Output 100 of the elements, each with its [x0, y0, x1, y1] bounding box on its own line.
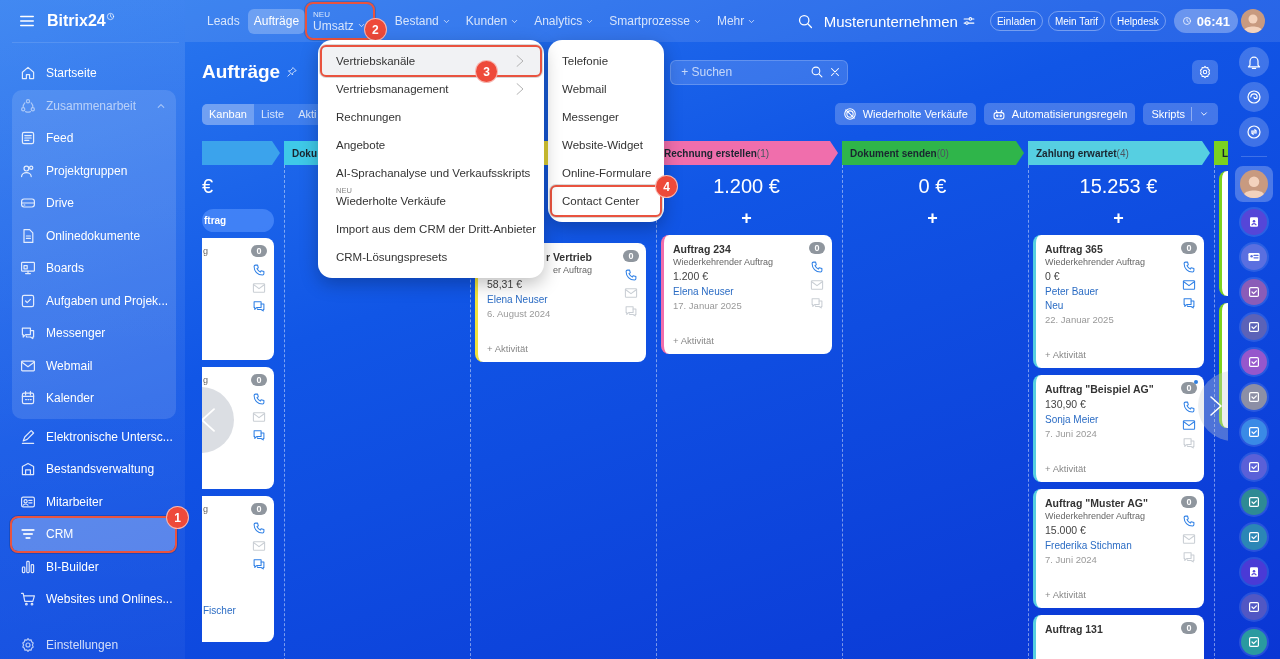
app-button[interactable] [1241, 279, 1267, 305]
sidebar-item[interactable]: Startseite [12, 57, 175, 90]
contact-link[interactable]: Fischer [203, 604, 250, 618]
add-activity-link[interactable]: + Aktivität [673, 335, 808, 346]
sidebar-item[interactable]: CRM [12, 518, 175, 551]
robot-icon [991, 107, 1006, 121]
menu-item[interactable]: Telefonie [552, 47, 660, 75]
deal-title[interactable]: Auftrag "Muster AG" [1045, 496, 1180, 510]
status-link[interactable]: Neu [1045, 299, 1180, 313]
app-button[interactable] [1241, 244, 1267, 270]
sidebar-item[interactable]: BI-Builder [12, 550, 175, 583]
settings-item[interactable]: Einstellungen [12, 628, 175, 659]
stage-header[interactable]: Zahlung erwartet(4) [1028, 141, 1210, 165]
action-button[interactable]: Automatisierungsregeln [983, 103, 1136, 125]
quick-add-button[interactable]: ftrag [202, 209, 274, 232]
chat-button[interactable] [1239, 117, 1269, 147]
menu-item[interactable]: Import aus dem CRM der Dritt-Anbieter [322, 215, 551, 243]
app-button[interactable] [1241, 559, 1267, 585]
action-button[interactable]: Wiederholte Verkäufe [834, 103, 976, 125]
add-activity-link[interactable]: + Aktivität [1045, 463, 1180, 474]
company-name[interactable]: Musterunternehmen [823, 12, 958, 30]
app-button[interactable] [1241, 454, 1267, 480]
sidebar-item[interactable]: Messenger [12, 317, 176, 350]
view-tab[interactable]: Liste [253, 103, 292, 125]
deal-title[interactable]: Auftrag 365 [1045, 242, 1180, 256]
contact-link[interactable]: Elena Neuser [487, 293, 622, 307]
sidebar-item[interactable]: Bestandsverwaltung [12, 453, 175, 486]
avatar[interactable] [1241, 9, 1265, 33]
nav-tab[interactable]: Smartprozesse [603, 8, 709, 34]
menu-item[interactable]: AI-Sprachanalyse und Verkaufsskripts [322, 159, 545, 187]
deal-date: 7. Juni 2024 [1045, 553, 1098, 567]
sidebar-item[interactable]: Feed [12, 122, 176, 155]
feed-icon [20, 130, 36, 147]
add-button[interactable]: + [1113, 207, 1124, 229]
app-button[interactable] [1241, 384, 1267, 410]
search-icon [810, 64, 825, 79]
notifications-button[interactable] [1239, 47, 1269, 77]
logo[interactable]: Bitrix24 [47, 12, 106, 30]
deal-card[interactable]: Auftrag 234 Wiederkehrender Auftrag 1.200 € Elena Neuser 17. Januar 2025 + Aktivität 0 [661, 235, 832, 354]
nav-tab[interactable]: Kunden [459, 8, 527, 34]
mail-icon [810, 278, 824, 292]
app-button[interactable] [1241, 314, 1267, 340]
menu-item[interactable]: Messenger [552, 103, 660, 131]
stage-header[interactable]: Dokument senden(0) [842, 141, 1024, 165]
nav-tab[interactable]: Analytics [528, 8, 602, 34]
settings-button[interactable] [1192, 60, 1218, 84]
home-icon [20, 65, 36, 82]
deal-card[interactable]: Auftrag 365 Wiederkehrender Auftrag 0 € Peter Bauer Neu 22. Januar 2025 + Aktivität 0 [1033, 235, 1204, 368]
scripts-button[interactable]: Skripts [1143, 103, 1218, 125]
contact-link[interactable]: Peter Bauer [1045, 285, 1180, 299]
pen-icon [20, 428, 36, 445]
app-button[interactable] [1241, 489, 1267, 515]
app-button[interactable] [1241, 349, 1267, 375]
sidebar-item[interactable]: Websites und Onlines... [12, 583, 175, 616]
time-button[interactable]: 06:41 [1173, 9, 1238, 33]
deal-amount: 1.200 € [673, 269, 710, 284]
app-button[interactable] [1241, 209, 1267, 235]
contact-link[interactable]: Elena Neuser [673, 285, 808, 299]
app-button[interactable] [1241, 629, 1267, 655]
contact-link[interactable]: Frederika Stichman [1045, 539, 1180, 553]
deal-title[interactable]: Auftrag "Beispiel AG" [1045, 382, 1180, 396]
sidebar-item[interactable]: Boards [12, 252, 176, 285]
deal-title[interactable]: Auftrag 234 [673, 242, 808, 256]
sidebar-item[interactable]: Kalender [12, 382, 176, 415]
counter: 0 [251, 503, 267, 515]
menu-item[interactable]: Webmail [552, 75, 660, 103]
task-icon [1246, 389, 1262, 405]
sidebar-item[interactable]: Elektronische Untersc... [12, 420, 175, 453]
deal-card[interactable]: g 0 [202, 238, 274, 360]
add-activity-link[interactable]: + Aktivität [1045, 349, 1180, 360]
view-tab[interactable]: Akti [291, 103, 324, 125]
sidebar-item[interactable]: Aufgaben und Projek... [12, 284, 176, 317]
sidebar-item[interactable]: Drive [12, 187, 176, 220]
menu-item[interactable]: Angebote [322, 131, 540, 159]
task-icon [1246, 459, 1262, 475]
sidebar-item[interactable]: Projektgruppen [12, 154, 176, 187]
contact-link[interactable]: Sonja Meier [1045, 413, 1180, 427]
add-activity-link[interactable]: + Aktivität [1045, 589, 1180, 600]
deal-amount: 0 € [1045, 269, 1061, 284]
nav-tab[interactable]: Bestand [388, 8, 458, 34]
deal-card[interactable]: Auftrag 131 0 [1033, 615, 1204, 659]
sidebar-item[interactable]: Webmail [12, 349, 176, 382]
add-button[interactable]: + [927, 207, 938, 229]
deal-card[interactable]: Auftrag "Beispiel AG" 130,90 € Sonja Meier 7. Juni 2024 + Aktivität 0 [1033, 375, 1204, 482]
app-button[interactable] [1241, 524, 1267, 550]
app-button[interactable] [1241, 594, 1267, 620]
add-button[interactable]: + [741, 207, 752, 229]
nav-tab[interactable]: Mehr [710, 8, 764, 34]
add-activity-link[interactable]: + Aktivität [487, 343, 622, 354]
menu-item[interactable]: Rechnungen [322, 103, 540, 131]
nav-tab[interactable]: Leads [201, 8, 246, 34]
task-icon [1246, 424, 1262, 440]
deal-title[interactable]: Auftrag 131 [1045, 622, 1180, 636]
sales-button[interactable] [1239, 82, 1269, 112]
sidebar-item[interactable]: Onlinedokumente [12, 219, 176, 252]
stage-header[interactable]: L [1214, 141, 1228, 165]
deal-card[interactable]: g Fischer 0 [202, 496, 274, 642]
deal-card[interactable]: Auftrag "Muster AG" Wiederkehrender Auftrag 15.000 € Frederika Stichman 7. Juni 2024 + Aktivität 0 [1033, 489, 1204, 608]
app-button[interactable] [1241, 419, 1267, 445]
settings-icon [1198, 65, 1212, 79]
